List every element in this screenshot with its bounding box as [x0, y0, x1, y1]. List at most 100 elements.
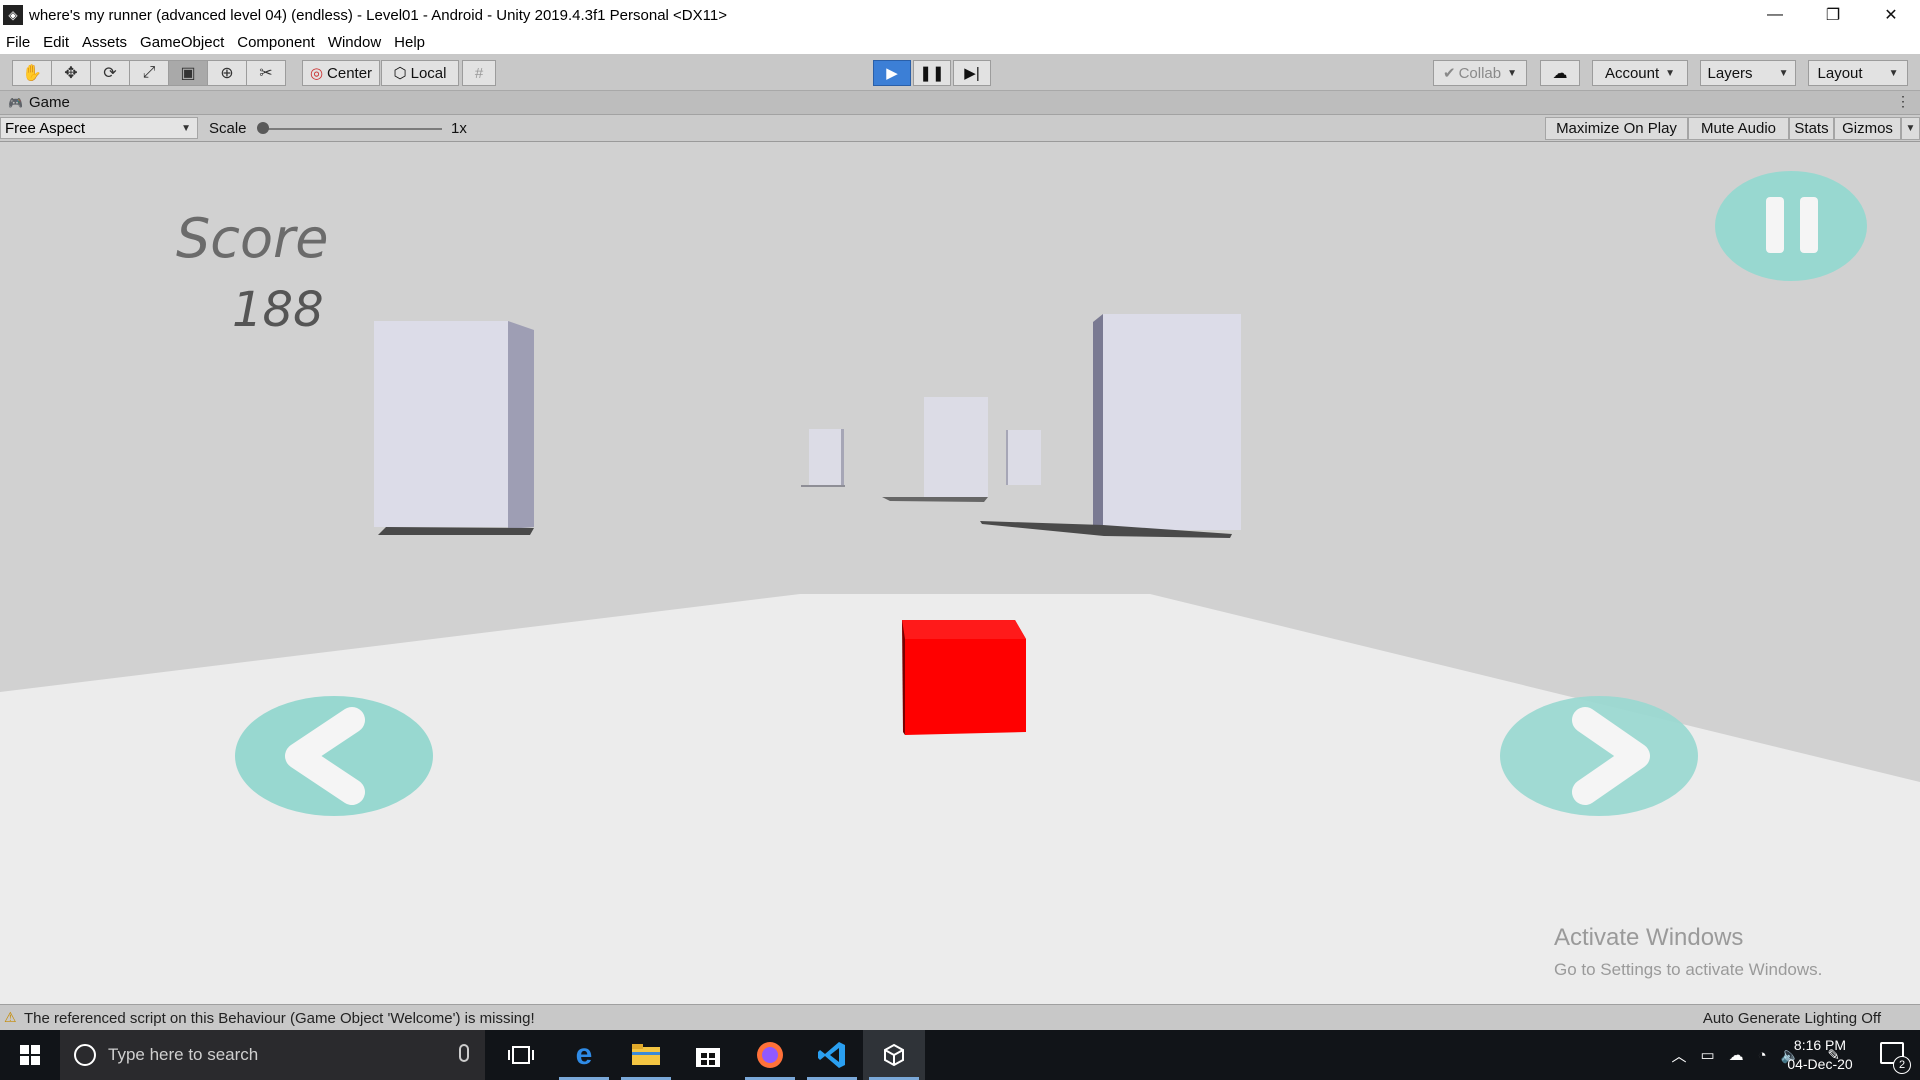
maximize-on-play-toggle[interactable]: Maximize On Play: [1545, 117, 1688, 140]
windows-taskbar: Type here to search e ︿ ▭ ☁ ◔ 🔈 ✎ 8:16 P…: [0, 1030, 1920, 1080]
window-title: where's my runner (advanced level 04) (e…: [29, 6, 727, 24]
vscode-icon: [818, 1042, 845, 1068]
scale-label: Scale: [209, 120, 247, 137]
taskbar-search-box[interactable]: Type here to search: [60, 1030, 485, 1080]
cloud-button[interactable]: ☁: [1540, 60, 1580, 86]
rect-tool-icon[interactable]: ▣: [168, 60, 208, 86]
move-right-button[interactable]: [1500, 696, 1698, 816]
edge-icon: e: [575, 1038, 593, 1071]
microphone-icon[interactable]: [459, 1044, 469, 1062]
scale-slider-handle[interactable]: [257, 122, 269, 134]
mute-audio-toggle[interactable]: Mute Audio: [1688, 117, 1789, 140]
start-button[interactable]: [0, 1030, 60, 1080]
taskbar-clock[interactable]: 8:16 PM 04-Dec-20: [1780, 1036, 1860, 1074]
taskbar-edge[interactable]: e: [553, 1030, 615, 1080]
chevron-down-icon: ▼: [181, 122, 191, 134]
move-left-button[interactable]: [235, 696, 433, 816]
close-button[interactable]: ✕: [1862, 0, 1920, 30]
wifi-icon[interactable]: ◔: [1758, 1047, 1767, 1064]
cortana-icon: [74, 1044, 96, 1066]
console-warning-message[interactable]: The referenced script on this Behaviour …: [24, 1010, 535, 1027]
chevron-down-icon: ▼: [1665, 67, 1676, 79]
pause-game-button[interactable]: [1715, 171, 1867, 281]
taskbar-file-explorer[interactable]: [615, 1030, 677, 1080]
menu-component[interactable]: Component: [237, 34, 315, 51]
stats-toggle[interactable]: Stats: [1789, 117, 1834, 140]
gamepad-icon: 🎮: [8, 95, 23, 110]
hand-tool-icon[interactable]: ✋: [12, 60, 52, 86]
chevron-up-icon[interactable]: ︿: [1671, 1045, 1686, 1066]
cloud-icon: ☁: [1552, 65, 1568, 82]
pause-button[interactable]: ❚❚: [913, 60, 951, 86]
score-value: 188: [232, 282, 324, 338]
play-button[interactable]: ▶: [873, 60, 911, 86]
chevron-down-icon: ▼: [1888, 67, 1899, 79]
chevron-down-icon: ▼: [1905, 123, 1916, 134]
step-button[interactable]: ▶|: [953, 60, 991, 86]
clock-time: 8:16 PM: [1793, 1037, 1847, 1053]
menu-assets[interactable]: Assets: [82, 34, 127, 51]
scale-value: 1x: [451, 120, 467, 137]
notification-badge: 2: [1893, 1056, 1911, 1074]
obstacle-far-right: [1006, 430, 1041, 485]
game-scene: [0, 142, 1920, 1004]
windows-logo-icon: [20, 1045, 40, 1065]
clock-date: 04-Dec-20: [1787, 1056, 1853, 1072]
menu-window[interactable]: Window: [328, 34, 381, 51]
player-cube: [902, 620, 1026, 735]
local-icon: ⬡: [393, 65, 407, 82]
layers-dropdown[interactable]: Layers ▼: [1700, 60, 1796, 86]
pivot-local-button[interactable]: ⬡ Local: [381, 60, 459, 86]
lighting-status[interactable]: Auto Generate Lighting Off: [1703, 1010, 1881, 1027]
scale-slider-track[interactable]: [262, 128, 442, 130]
main-toolbar: ✋ ✥ ⟳ ⤢ ▣ ⊕ ✂ ◎ Center ⬡ Local # ▶ ❚❚ ▶|…: [0, 54, 1920, 91]
menu-file[interactable]: File: [6, 34, 30, 51]
play-icon: ▶: [886, 65, 898, 82]
grid-snap-icon: #: [474, 64, 484, 82]
check-icon: ✔: [1442, 65, 1456, 82]
store-icon: [696, 1048, 720, 1067]
aspect-dropdown[interactable]: Free Aspect ▼: [0, 117, 198, 139]
unity-icon: ◈: [3, 5, 23, 25]
task-view-icon: [508, 1046, 534, 1064]
restore-button[interactable]: ❐: [1804, 0, 1862, 30]
rotate-tool-icon[interactable]: ⟳: [90, 60, 130, 86]
tab-game[interactable]: 🎮 Game: [8, 94, 70, 111]
onedrive-icon[interactable]: ☁: [1729, 1046, 1744, 1064]
battery-icon[interactable]: ▭: [1700, 1046, 1714, 1064]
activate-windows-title: Activate Windows: [1554, 924, 1744, 951]
taskbar-firefox[interactable]: [739, 1030, 801, 1080]
gizmos-toggle[interactable]: Gizmos: [1834, 117, 1901, 140]
kebab-menu-icon[interactable]: ⋮: [1896, 93, 1910, 110]
layers-label: Layers: [1707, 64, 1753, 82]
pivot-label: Center: [327, 64, 373, 82]
transform-tool-icon[interactable]: ⊕: [207, 60, 247, 86]
minimize-button[interactable]: —: [1746, 0, 1804, 30]
snap-grid-button[interactable]: #: [462, 60, 496, 86]
custom-tool-icon[interactable]: ✂: [246, 60, 286, 86]
scale-tool-icon[interactable]: ⤢: [129, 60, 169, 86]
activate-windows-subtitle: Go to Settings to activate Windows.: [1554, 960, 1823, 979]
menu-help[interactable]: Help: [394, 34, 425, 51]
task-view-button[interactable]: [490, 1030, 552, 1080]
game-viewport[interactable]: Score 188 Activate Windows Go to Setting…: [0, 142, 1920, 1004]
menu-edit[interactable]: Edit: [43, 34, 69, 51]
chevron-down-icon: ▼: [1507, 67, 1517, 79]
collab-dropdown[interactable]: ✔ Collab ▼: [1433, 60, 1527, 86]
gizmos-dropdown[interactable]: ▼: [1901, 117, 1920, 140]
layout-dropdown[interactable]: Layout ▼: [1808, 60, 1908, 86]
taskbar-vscode[interactable]: [801, 1030, 863, 1080]
pivot-icon: ◎: [309, 65, 324, 82]
taskbar-unity[interactable]: [863, 1030, 925, 1080]
unity-icon: [884, 1043, 904, 1067]
obstacle-near-left: [374, 321, 534, 535]
menu-gameobject[interactable]: GameObject: [140, 34, 224, 51]
account-label: Account: [1604, 64, 1660, 82]
pivot-center-button[interactable]: ◎ Center: [302, 60, 380, 86]
menu-bar: File Edit Assets GameObject Component Wi…: [0, 30, 1920, 54]
account-dropdown[interactable]: Account ▼: [1592, 60, 1688, 86]
status-bar: ⚠ The referenced script on this Behaviou…: [0, 1004, 1920, 1030]
move-tool-icon[interactable]: ✥: [51, 60, 91, 86]
warning-icon: ⚠: [4, 1009, 17, 1025]
taskbar-store[interactable]: [677, 1030, 739, 1080]
